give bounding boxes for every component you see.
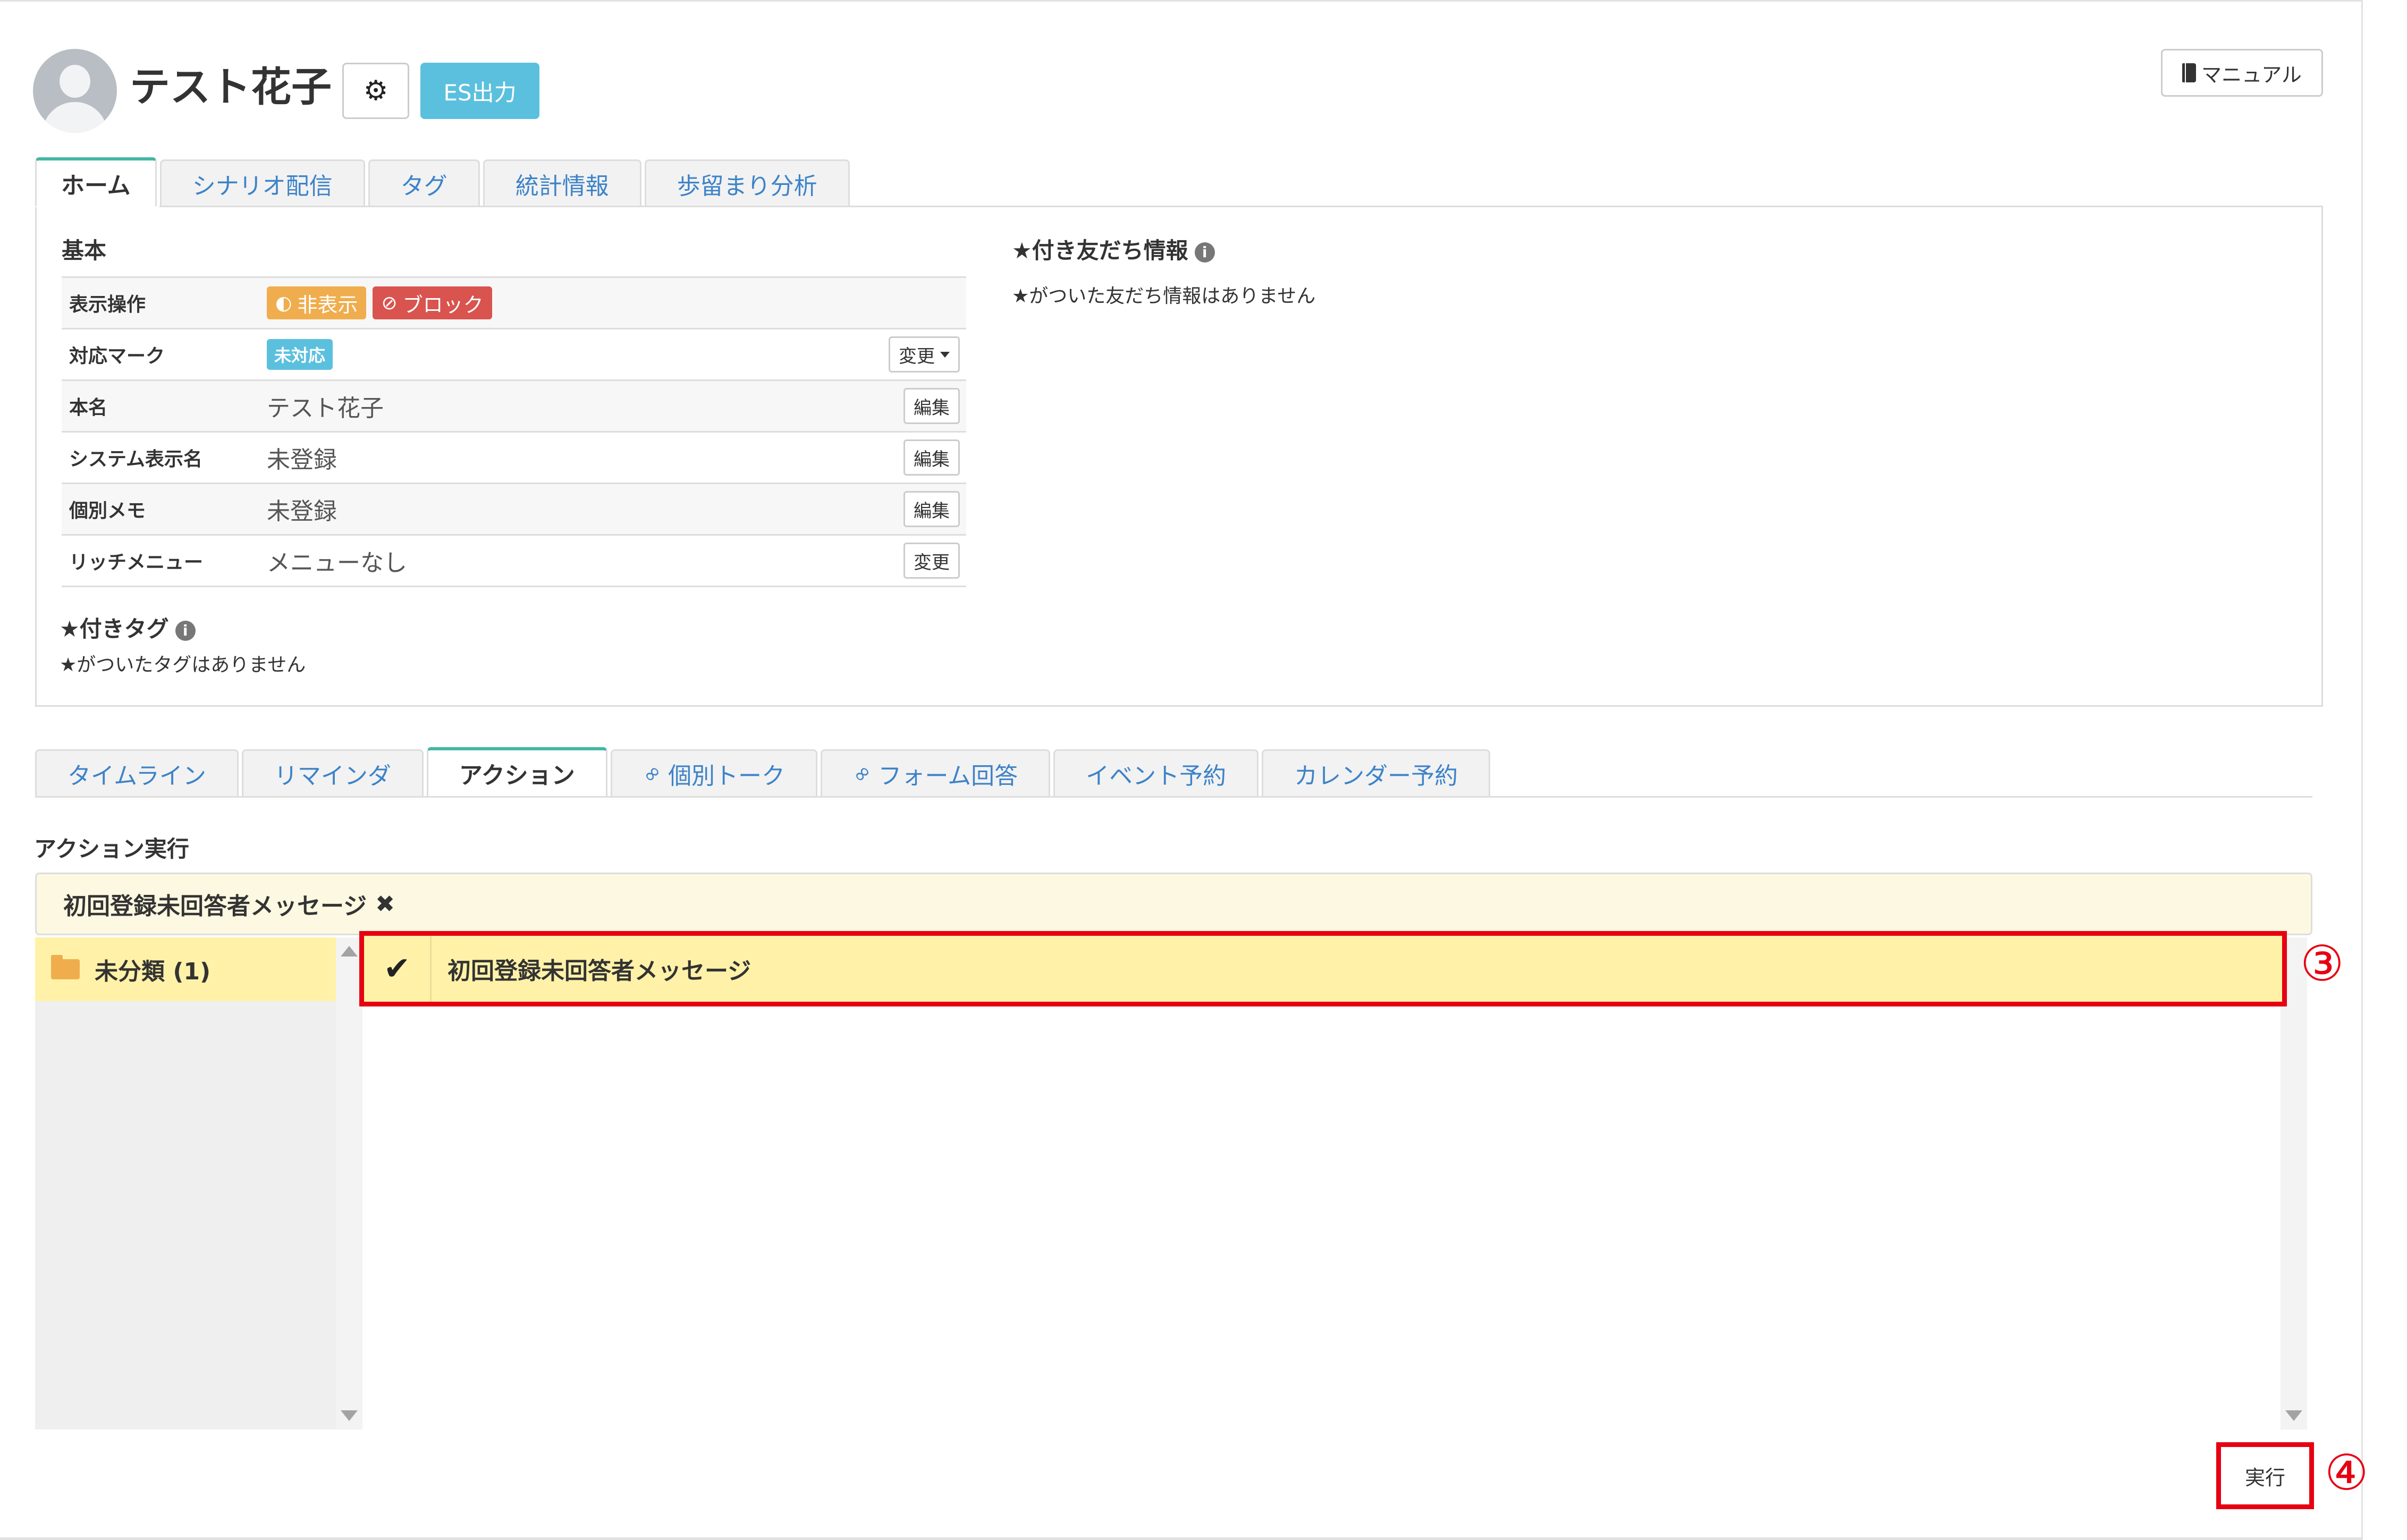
ban-icon: ⊘ xyxy=(381,292,398,314)
tab-calendar-booking[interactable]: カレンダー予約 xyxy=(1262,749,1491,796)
action-item-list xyxy=(362,937,2312,1429)
change-mark-label: 変更 xyxy=(899,345,935,367)
info-icon[interactable]: i xyxy=(1194,242,1215,263)
tab-action[interactable]: アクション xyxy=(426,747,607,796)
gear-icon: ⚙ xyxy=(363,75,389,107)
folder-list xyxy=(35,937,336,1429)
edit-system-name-button[interactable]: 編集 xyxy=(903,439,960,476)
tab-tags[interactable]: タグ xyxy=(368,159,480,206)
row-response-mark: 対応マーク 未対応 変更 xyxy=(62,328,966,379)
settings-button[interactable]: ⚙ xyxy=(342,63,409,119)
caret-down-icon xyxy=(940,351,950,358)
row-value: ◐ 非表示 ⊘ ブロック xyxy=(267,286,966,319)
annotation-4: ④ xyxy=(2325,1444,2369,1501)
change-mark-dropdown[interactable]: 変更 xyxy=(889,336,960,373)
row-memo: 個別メモ 未登録 編集 xyxy=(62,483,966,534)
tab-form-answers-label: フォーム回答 xyxy=(878,762,1018,790)
check-icon: ✔ xyxy=(364,936,432,1002)
edit-memo-button[interactable]: 編集 xyxy=(903,491,960,527)
row-value: テスト花子 xyxy=(267,395,384,422)
avatar-body-shape xyxy=(43,102,107,133)
scroll-up-icon[interactable] xyxy=(341,946,358,957)
basic-info-table: 表示操作 ◐ 非表示 ⊘ ブロック 対応マーク 未対応 変更 本名 テスト花子 編集 … xyxy=(62,276,966,587)
execute-button-label: 実行 xyxy=(2244,1466,2285,1490)
row-label: システム表示名 xyxy=(69,449,202,470)
hide-badge[interactable]: ◐ 非表示 xyxy=(267,286,367,319)
block-badge-label: ブロック xyxy=(402,293,484,317)
manual-button[interactable]: マニュアル xyxy=(2161,49,2323,97)
tab-scenario[interactable]: シナリオ配信 xyxy=(159,159,365,206)
block-badge[interactable]: ⊘ ブロック xyxy=(373,286,492,319)
folder-item-label: 未分類 (1) xyxy=(95,958,211,985)
selected-action-label: 初回登録未回答者メッセージ xyxy=(63,893,367,920)
tab-reminder[interactable]: リマインダ xyxy=(241,749,424,796)
annotation-3: ③ xyxy=(2300,935,2344,992)
sub-tab-bar: タイムライン リマインダ アクション ∞ 個別トーク ∞ フォーム回答 イベント予約… xyxy=(35,747,1493,796)
sub-tab-underline xyxy=(35,796,2312,798)
action-section-title: アクション実行 xyxy=(34,836,189,862)
tab-home[interactable]: ホーム xyxy=(35,157,157,206)
status-badge: 未対応 xyxy=(267,339,333,370)
execute-button[interactable]: 実行 xyxy=(2216,1442,2314,1509)
scroll-down-icon[interactable] xyxy=(2285,1410,2302,1421)
row-label: リッチメニュー xyxy=(69,552,204,573)
edit-real-name-button[interactable]: 編集 xyxy=(903,388,960,424)
row-value: 未登録 xyxy=(267,498,337,525)
avatar xyxy=(33,49,117,133)
star-tags-empty: ★がついたタグはありません xyxy=(60,654,306,676)
user-name: テスト花子 xyxy=(130,63,332,111)
folder-open-icon xyxy=(51,955,80,979)
folder-item-uncategorized[interactable]: 未分類 (1) xyxy=(35,937,336,1001)
star-friends-title: ★付き友だち情報 i xyxy=(1012,233,1215,265)
change-rich-menu-button[interactable]: 変更 xyxy=(903,543,960,579)
row-label: 個別メモ xyxy=(69,500,146,522)
close-icon[interactable]: ✖ xyxy=(375,891,395,918)
link-icon: ∞ xyxy=(637,758,667,789)
row-display-operation: 表示操作 ◐ 非表示 ⊘ ブロック xyxy=(62,276,966,328)
link-icon: ∞ xyxy=(847,758,877,789)
tab-individual-talk-label: 個別トーク xyxy=(668,762,786,790)
manual-button-label: マニュアル xyxy=(2201,63,2302,87)
eye-slash-icon: ◐ xyxy=(275,292,292,314)
book-icon xyxy=(2182,63,2197,82)
avatar-head-shape xyxy=(60,65,90,98)
tab-individual-talk[interactable]: ∞ 個別トーク xyxy=(610,749,818,796)
row-rich-menu: リッチメニュー メニューなし 変更 xyxy=(62,534,966,587)
tab-form-answers[interactable]: ∞ フォーム回答 xyxy=(821,749,1051,796)
star-friends-title-text: ★付き友だち情報 xyxy=(1012,238,1188,264)
star-tags-title: ★付きタグ i xyxy=(60,611,196,644)
tab-event-booking[interactable]: イベント予約 xyxy=(1053,749,1259,796)
selected-action-bar: 初回登録未回答者メッセージ ✖ xyxy=(35,873,2312,935)
row-label: 表示操作 xyxy=(69,294,146,316)
action-item-label: 初回登録未回答者メッセージ xyxy=(447,958,751,985)
tab-yield-analysis[interactable]: 歩留まり分析 xyxy=(644,159,850,206)
folder-list-scrollbar[interactable] xyxy=(336,937,362,1429)
row-system-display-name: システム表示名 未登録 編集 xyxy=(62,431,966,483)
info-icon[interactable]: i xyxy=(175,620,196,641)
row-value: メニューなし xyxy=(267,549,407,577)
es-export-button[interactable]: ES出力 xyxy=(420,63,539,119)
star-friends-empty: ★がついた友だち情報はありません xyxy=(1012,285,1316,307)
star-tags-title-text: ★付きタグ xyxy=(60,616,169,642)
main-tab-bar: ホーム シナリオ配信 タグ 統計情報 歩留まり分析 xyxy=(35,157,853,206)
row-value: 未登録 xyxy=(267,446,337,473)
action-item-row[interactable]: ✔ 初回登録未回答者メッセージ xyxy=(359,931,2287,1006)
scroll-down-icon[interactable] xyxy=(341,1410,358,1421)
row-value: 未対応 xyxy=(267,339,966,370)
row-label: 対応マーク xyxy=(69,345,165,367)
row-real-name: 本名 テスト花子 編集 xyxy=(62,379,966,431)
tab-statistics[interactable]: 統計情報 xyxy=(483,159,641,206)
action-list-scrollbar[interactable] xyxy=(2281,937,2307,1429)
hide-badge-label: 非表示 xyxy=(297,293,358,317)
row-label: 本名 xyxy=(69,397,108,419)
tab-timeline[interactable]: タイムライン xyxy=(35,749,239,796)
basic-section-title: 基本 xyxy=(62,238,107,264)
